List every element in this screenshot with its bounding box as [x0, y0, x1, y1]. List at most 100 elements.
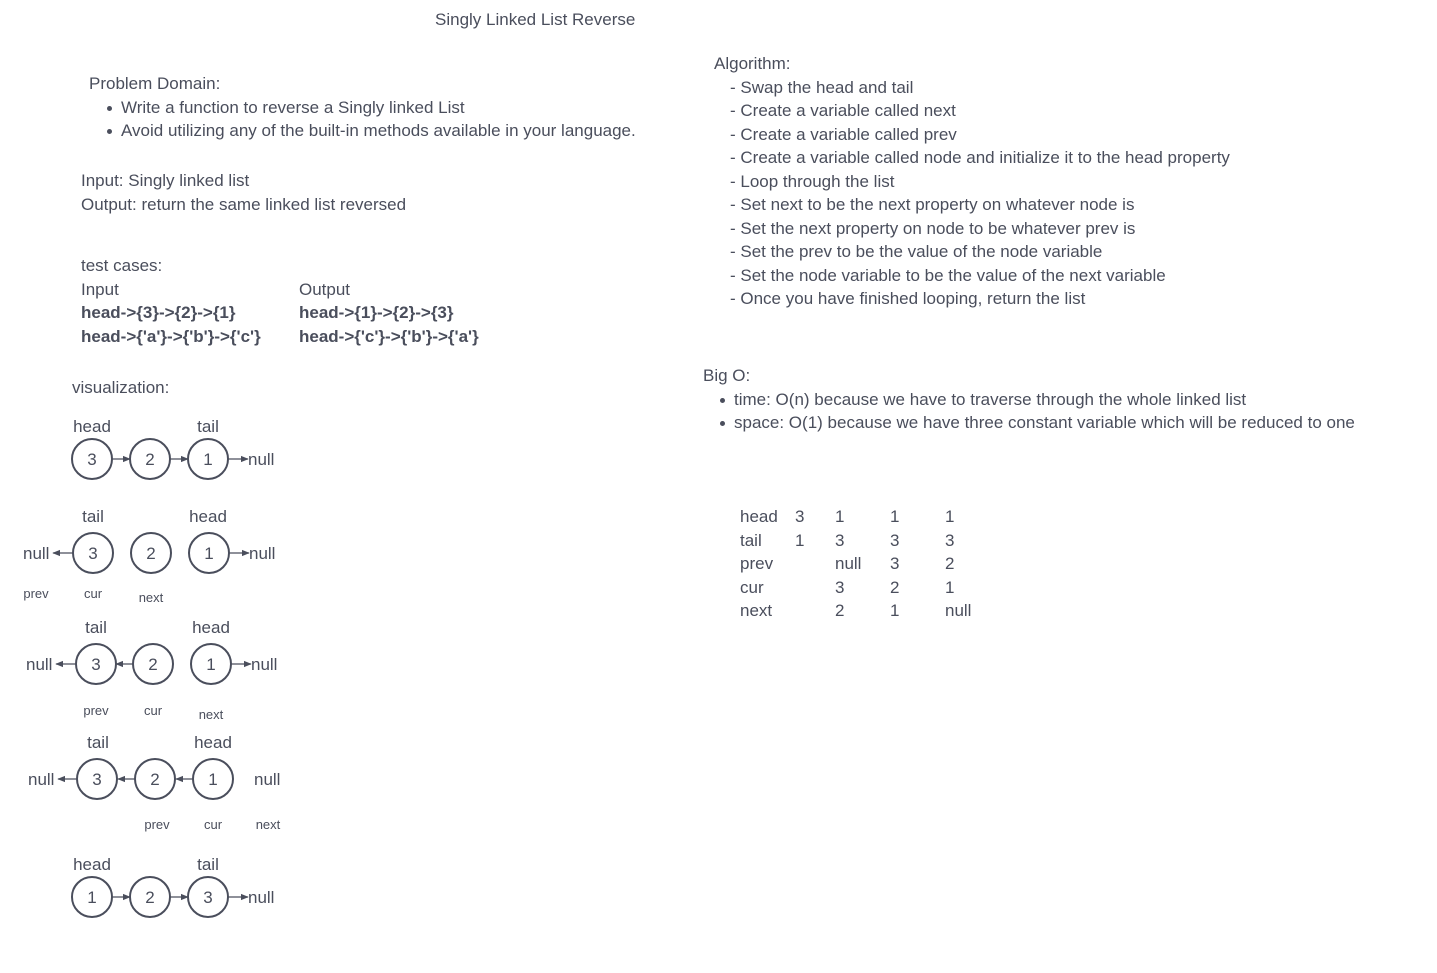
algorithm-section: Algorithm: - Swap the head and tail - Cr…	[714, 52, 1230, 311]
trace-cell	[795, 552, 835, 576]
algorithm-steps: - Swap the head and tail - Create a vari…	[730, 76, 1230, 311]
node-value: 2	[148, 655, 157, 674]
node-value: 1	[204, 544, 213, 563]
problem-domain-list: Write a function to reverse a Singly lin…	[105, 96, 636, 143]
diagram-step-1: head tail 3 2 1 null	[71, 417, 274, 480]
trace-row: next 2 1 null	[740, 599, 971, 623]
trace-cell	[795, 576, 835, 600]
node-value: 1	[203, 450, 212, 469]
trace-cell: 3	[945, 530, 955, 550]
input-description: Input: Singly linked list	[81, 171, 250, 190]
algorithm-step: - Loop through the list	[730, 171, 895, 191]
tail-label: tail	[87, 733, 109, 752]
null-label: null	[249, 544, 275, 563]
problem-domain-item: Avoid utilizing any of the built-in meth…	[105, 119, 636, 143]
trace-cell: 1	[890, 601, 900, 620]
next-label: next	[256, 817, 281, 832]
algorithm-step: - Set the prev to be the value of the no…	[730, 242, 1103, 261]
test-cases-heading: test cases:	[81, 256, 163, 275]
input-column-header: Input	[81, 279, 119, 299]
node-value: 3	[203, 888, 212, 907]
diagram-step-3: tail head null 3 2 1 null prev cur next	[26, 618, 277, 722]
trace-cell: 1	[890, 507, 900, 526]
trace-cell: 3	[835, 577, 845, 597]
trace-cell: null	[835, 554, 862, 573]
head-label: head	[189, 507, 227, 526]
big-o-heading: Big O:	[703, 366, 751, 385]
trace-cell: 3	[890, 530, 900, 550]
tail-label: tail	[197, 855, 219, 874]
tail-label: tail	[82, 507, 104, 526]
big-o-section: Big O: time: O(n) because we have to tra…	[703, 364, 1355, 435]
null-label: null	[248, 450, 274, 469]
algorithm-step: - Create a variable called next	[730, 101, 956, 120]
problem-domain-section: Problem Domain: Write a function to reve…	[89, 72, 636, 143]
algorithm-step: - Swap the head and tail	[730, 77, 914, 97]
test-case-input: head->{3}->{2}->{1}	[81, 303, 236, 322]
algorithm-step: - Create a variable called prev	[730, 124, 957, 144]
node-value: 2	[146, 544, 155, 563]
linked-list-diagram: head tail 3 2 1 null tail head null 3 2 …	[23, 417, 281, 918]
node-value: 3	[91, 655, 100, 674]
cur-label: cur	[204, 817, 223, 832]
null-label: null	[251, 655, 277, 674]
trace-row: cur 3 2 1	[740, 576, 971, 600]
node-value: 3	[92, 770, 101, 789]
head-label: head	[73, 417, 111, 436]
null-label: null	[26, 655, 52, 674]
tail-label: tail	[197, 417, 219, 436]
diagram-step-5: head tail 1 2 3 null	[71, 855, 274, 918]
big-o-space: space: O(1) because we have three consta…	[718, 411, 1355, 435]
trace-cell: 1	[945, 507, 955, 526]
node-value: 2	[145, 888, 154, 907]
cur-label: cur	[144, 703, 163, 718]
algorithm-step: - Create a variable called node and init…	[730, 148, 1230, 167]
node-value: 1	[87, 888, 96, 907]
output-description: Output: return the same linked list reve…	[81, 194, 407, 214]
trace-cell: 3	[795, 507, 805, 526]
test-case-row: head->{3}->{2}->{1} head->{1}->{2}->{3}	[81, 301, 479, 325]
prev-label: prev	[144, 817, 170, 832]
node-value: 3	[88, 544, 97, 563]
trace-cell: null	[945, 601, 972, 620]
visualization-label: visualization:	[72, 378, 170, 397]
tail-label: tail	[85, 618, 107, 637]
output-column-header: Output	[299, 279, 351, 299]
trace-cell: 1	[835, 507, 845, 526]
prev-label: prev	[83, 703, 109, 718]
big-o-time: time: O(n) because we have to traverse t…	[718, 388, 1355, 412]
algorithm-step: - Set the next property on node to be wh…	[730, 218, 1136, 238]
next-label: next	[139, 590, 164, 605]
null-label: null	[28, 770, 54, 789]
trace-cell: 3	[835, 530, 845, 550]
node-value: 3	[87, 450, 96, 469]
trace-table: head 3 1 1 1 tail 1 3 3 3 prev null 3 2 …	[740, 505, 971, 623]
trace-cell: 2	[890, 577, 900, 597]
node-value: 1	[206, 655, 215, 674]
trace-row: tail 1 3 3 3	[740, 529, 971, 553]
algorithm-step: - Once you have finished looping, return…	[730, 289, 1086, 308]
problem-domain-heading: Problem Domain:	[89, 74, 221, 93]
test-case-output: head->{1}->{2}->{3}	[299, 303, 454, 322]
null-label: null	[248, 888, 274, 907]
head-label: head	[73, 855, 111, 874]
cur-label: cur	[84, 586, 103, 601]
node-value: 1	[208, 770, 217, 789]
test-cases-section: test cases: Input Output head->{3}->{2}-…	[81, 254, 479, 348]
node-value: 2	[150, 770, 159, 789]
algorithm-step: - Set next to be the next property on wh…	[730, 195, 1135, 214]
diagram-step-4: tail head null 3 2 1 null prev cur next	[28, 733, 281, 832]
head-label: head	[194, 733, 232, 752]
trace-cell: 1	[795, 530, 805, 550]
page-title: Singly Linked List Reverse	[435, 10, 636, 29]
null-label: null	[254, 770, 280, 789]
algorithm-step: - Set the node variable to be the value …	[730, 265, 1166, 285]
trace-cell: cur	[740, 577, 764, 597]
trace-row: prev null 3 2	[740, 552, 971, 576]
trace-cell: head	[740, 507, 778, 526]
trace-cell: next	[740, 601, 773, 620]
test-case-input: head->{'a'}->{'b'}->{'c'}	[81, 326, 261, 346]
next-label: next	[199, 707, 224, 722]
trace-cell: 2	[945, 554, 955, 573]
test-case-output: head->{'c'}->{'b'}->{'a'}	[299, 326, 479, 346]
